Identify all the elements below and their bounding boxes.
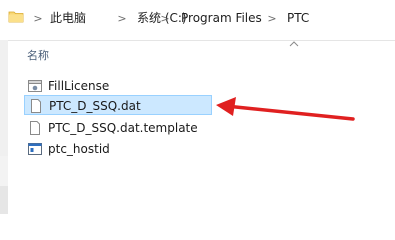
column-header-name[interactable]: 名称 [27,49,49,63]
sort-ascending-icon [289,41,299,47]
folder-icon [8,11,24,23]
navigation-pane-scroll-area [0,40,8,156]
file-item-ptc-d-ssq-dat-template[interactable]: PTC_D_SSQ.dat.template [24,118,214,138]
breadcrumb-separator: > [33,12,43,25]
file-name: ptc_hostid [48,142,110,156]
file-item-ptc-d-ssq-dat[interactable]: PTC_D_SSQ.dat [24,95,212,115]
breadcrumb-program-files[interactable]: Program Files [181,10,262,26]
file-name: PTC_D_SSQ.dat.template [48,121,198,135]
breadcrumb-this-pc[interactable]: 此电脑 [50,10,86,26]
navigation-pane[interactable] [0,40,8,214]
breadcrumb-ptc[interactable]: PTC [287,10,309,26]
shortcut-file-icon [28,80,42,92]
breadcrumb-separator: > [267,12,277,25]
breadcrumb-separator: > [117,12,127,25]
app-window-icon [28,143,42,155]
file-item-ptc-hostid[interactable]: ptc_hostid [24,139,214,159]
document-icon [30,121,40,135]
address-bar[interactable]: > 此电脑 > 系统 (C:) > Program Files > PTC [0,0,395,41]
document-icon [31,99,41,113]
breadcrumb-separator: > [160,12,170,25]
file-name: FillLicense [48,79,110,93]
file-item-filllicense[interactable]: FillLicense [24,76,214,96]
navigation-pane-scrollbar[interactable] [0,186,8,214]
file-name: PTC_D_SSQ.dat [49,99,141,113]
